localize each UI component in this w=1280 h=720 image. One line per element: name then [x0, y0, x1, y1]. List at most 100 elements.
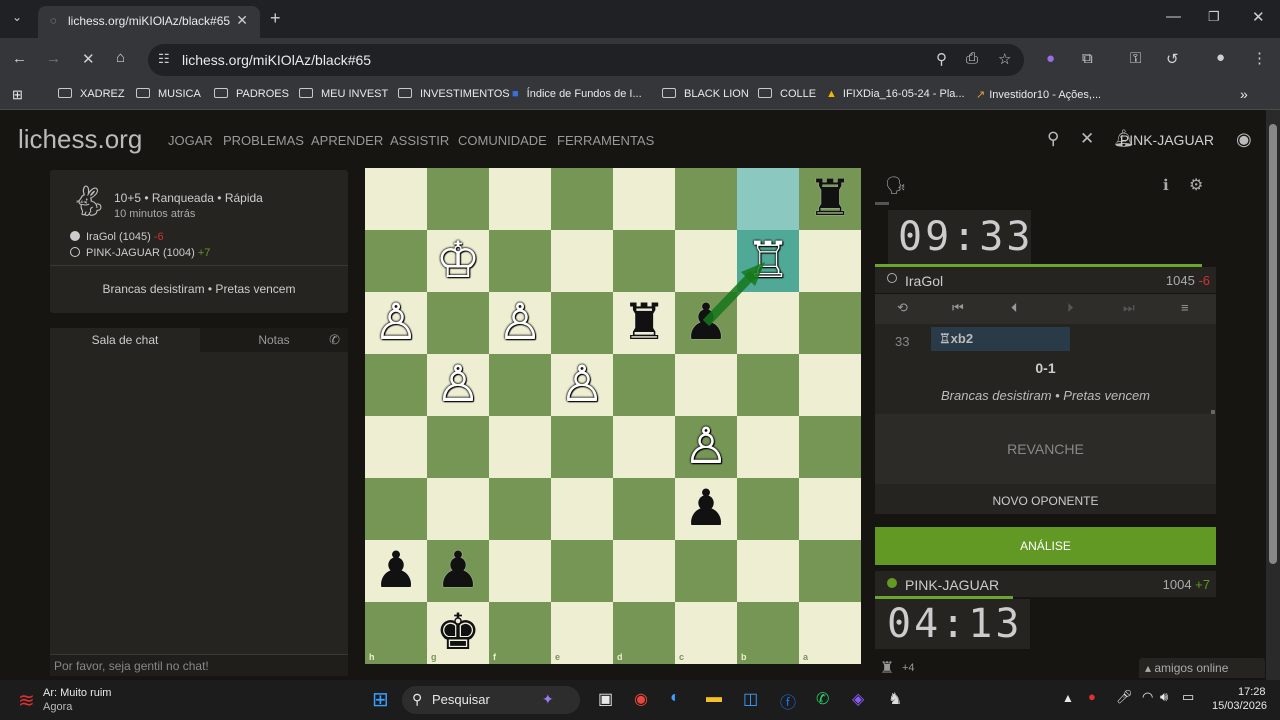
taskbar-search[interactable]: ⚲ Pesquisar ✦: [402, 686, 580, 714]
prev-move-icon[interactable]: ⏴: [1011, 300, 1018, 316]
chevron-up-icon[interactable]: ▲: [1062, 691, 1074, 705]
board-square-g1[interactable]: [427, 168, 489, 230]
bookmark-item[interactable]: ▲ IFIXDia_16-05-24 - Pla...: [826, 88, 965, 100]
board-square-f4[interactable]: [489, 354, 551, 416]
facebook-icon[interactable]: ⓕ: [780, 689, 796, 713]
board-square-c8[interactable]: [675, 602, 737, 664]
tab-chat[interactable]: Sala de chat: [50, 328, 200, 352]
board-square-a6[interactable]: [799, 478, 861, 540]
task-view-icon[interactable]: ▣: [598, 689, 613, 709]
scrollbar-thumb[interactable]: [1269, 124, 1277, 564]
board-square-g3[interactable]: [427, 292, 489, 354]
forward-icon[interactable]: →: [46, 50, 61, 67]
windows-start-icon[interactable]: ⊞: [372, 687, 389, 712]
home-icon[interactable]: ⌂: [116, 49, 125, 66]
avatar-icon[interactable]: ◉: [1236, 129, 1252, 150]
board-square-f5[interactable]: [489, 416, 551, 478]
white-piece-g4[interactable]: ♙: [427, 354, 489, 416]
omnibox[interactable]: ☷ lichess.org/miKIOlAz/black#65 ⚲ ⎙ ☆: [148, 44, 1024, 76]
site-info-icon[interactable]: ☷: [158, 51, 170, 67]
bookmark-item[interactable]: MEU INVEST: [299, 88, 388, 100]
board-square-c2[interactable]: [675, 230, 737, 292]
board-square-c7[interactable]: [675, 540, 737, 602]
close-tab-icon[interactable]: ✕: [236, 12, 248, 29]
board-square-e7[interactable]: [551, 540, 613, 602]
white-piece-f3[interactable]: ♙: [489, 292, 551, 354]
battery-icon[interactable]: ▭: [1182, 689, 1194, 705]
black-piece-c3[interactable]: ♟: [675, 292, 737, 354]
board-square-e5[interactable]: [551, 416, 613, 478]
bookmark-item[interactable]: COLLE: [758, 88, 816, 100]
bookmark-item[interactable]: ■ Índice de Fundos de I...: [512, 88, 642, 100]
explorer-icon[interactable]: ▬: [706, 689, 722, 707]
bookmark-star-icon[interactable]: ☆: [998, 50, 1011, 68]
board-square-e6[interactable]: [551, 478, 613, 540]
board-square-e8[interactable]: [551, 602, 613, 664]
tab-search-icon[interactable]: ⌄: [12, 10, 22, 24]
new-tab-icon[interactable]: +: [270, 8, 281, 29]
board-square-a4[interactable]: [799, 354, 861, 416]
nav-assistir[interactable]: ASSISTIR: [390, 133, 449, 148]
profile-icon[interactable]: ●: [1216, 49, 1225, 66]
history-icon[interactable]: ↺: [1166, 50, 1179, 68]
bookmark-item[interactable]: BLACK LION: [662, 88, 749, 100]
browser-tab[interactable]: ◌ lichess.org/miKIOlAz/black#65 ✕: [38, 6, 260, 38]
bookmark-item[interactable]: ↗ Investidor10 - Ações,...: [976, 88, 1101, 101]
black-piece-g8[interactable]: ♚: [427, 602, 489, 664]
white-piece-e4[interactable]: ♙: [551, 354, 613, 416]
board-square-e2[interactable]: [551, 230, 613, 292]
opponent-name[interactable]: IraGol: [905, 273, 943, 289]
zoom-icon[interactable]: ⚲: [936, 50, 947, 68]
board-square-g6[interactable]: [427, 478, 489, 540]
board-square-b5[interactable]: [737, 416, 799, 478]
weather-icon[interactable]: ≋: [18, 688, 35, 713]
clock-date[interactable]: 15/03/2026: [1212, 700, 1267, 712]
board-square-f6[interactable]: [489, 478, 551, 540]
bookmark-item[interactable]: INVESTIMENTOS: [398, 88, 510, 100]
hamburger-menu-icon[interactable]: ≡: [1181, 300, 1189, 315]
weather-title[interactable]: Ar: Muito ruim: [43, 687, 111, 699]
board-square-h6[interactable]: [365, 478, 427, 540]
black-piece-d3[interactable]: ♜: [613, 292, 675, 354]
board-square-e1[interactable]: [551, 168, 613, 230]
edge-icon[interactable]: ◐: [670, 689, 680, 707]
white-piece-g2[interactable]: ♔: [427, 230, 489, 292]
board-square-d7[interactable]: [613, 540, 675, 602]
black-player[interactable]: PINK-JAGUAR (1004) +7: [70, 247, 210, 259]
mic-icon[interactable]: 🎤︎: [1116, 689, 1133, 705]
bookmark-item[interactable]: XADREZ: [58, 88, 125, 100]
flip-board-icon[interactable]: ⟲: [897, 300, 908, 316]
board-square-d4[interactable]: [613, 354, 675, 416]
board-square-b6[interactable]: [737, 478, 799, 540]
nav-ferramentas[interactable]: FERRAMENTAS: [557, 133, 654, 148]
apps-icon[interactable]: ⊞: [12, 87, 23, 103]
gear-icon[interactable]: ⚙: [1189, 175, 1203, 195]
board-square-f1[interactable]: [489, 168, 551, 230]
friends-online[interactable]: ▴ amigos online: [1139, 658, 1265, 678]
black-piece-h7[interactable]: ♟: [365, 540, 427, 602]
board-square-f2[interactable]: [489, 230, 551, 292]
analysis-button[interactable]: ANÁLISE: [875, 527, 1216, 565]
board-square-h4[interactable]: [365, 354, 427, 416]
swords-icon[interactable]: ✕: [1080, 129, 1094, 149]
board-square-a3[interactable]: [799, 292, 861, 354]
board-square-d5[interactable]: [613, 416, 675, 478]
next-move-icon[interactable]: ⏵: [1067, 300, 1074, 316]
move-item[interactable]: ♖xb2: [931, 327, 1070, 351]
maximize-icon[interactable]: ❐: [1208, 9, 1220, 25]
board-square-b4[interactable]: [737, 354, 799, 416]
chat-input[interactable]: Por favor, seja gentil no chat!: [50, 654, 348, 676]
extensions-icon[interactable]: ⧉: [1082, 50, 1093, 67]
board-square-a7[interactable]: [799, 540, 861, 602]
chess-board[interactable]: 1 2 3 4 5 6 7 8 h g f e d c b a ♜ ♖ ♔ ♙ ♙ ♜ ♟ ♙ ♙ ♙ ♟ ♟ ♟ ♚: [365, 168, 861, 664]
menu-icon[interactable]: ⋮: [1252, 49, 1267, 67]
tab-notes[interactable]: Notas: [200, 328, 348, 352]
board-square-a2[interactable]: [799, 230, 861, 292]
user-menu[interactable]: PINK-JAGUAR: [1120, 132, 1214, 148]
bookmark-item[interactable]: PADROES: [214, 88, 289, 100]
board-square-d2[interactable]: [613, 230, 675, 292]
search-icon[interactable]: ⚲: [1047, 129, 1059, 149]
store-icon[interactable]: ◫: [743, 689, 758, 709]
site-logo[interactable]: lichess.org: [18, 124, 142, 155]
password-icon[interactable]: ⚿: [1130, 50, 1141, 67]
